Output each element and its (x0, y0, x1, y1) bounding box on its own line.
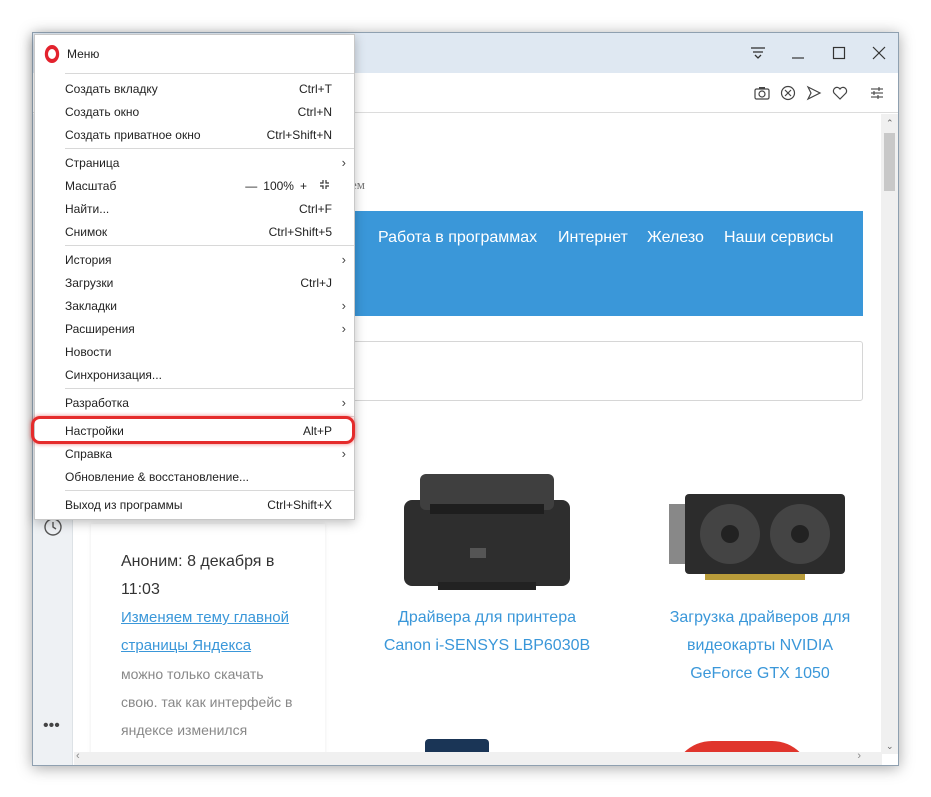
menu-item-exit[interactable]: Выход из программы Ctrl+Shift+X (35, 493, 354, 516)
nav-item-programs[interactable]: Работа в программах (378, 229, 537, 247)
menu-item-downloads[interactable]: Загрузки Ctrl+J (35, 271, 354, 294)
scroll-down-icon[interactable]: ⌄ (886, 741, 894, 752)
settings-sliders-icon[interactable] (867, 83, 887, 103)
menu-item-new-tab[interactable]: Создать вкладку Ctrl+T (35, 77, 354, 100)
printer-image (404, 474, 570, 590)
opera-menu: Меню Создать вкладку Ctrl+T Создать окно… (34, 34, 355, 520)
menu-item-label: Разработка (65, 395, 129, 410)
more-options-icon[interactable]: ••• (43, 717, 60, 735)
menu-item-bookmarks[interactable]: Закладки › (35, 294, 354, 317)
menu-item-shortcut: Ctrl+Shift+N (266, 127, 332, 142)
menu-item-label: Обновление & восстановление... (65, 469, 249, 484)
article-card[interactable]: Загрузка драйверов для видеокарты NVIDIA… (655, 464, 865, 688)
menu-item-page[interactable]: Страница › (35, 151, 354, 174)
horizontal-scrollbar[interactable]: ‹ › (74, 750, 882, 765)
minimize-button[interactable] (779, 39, 817, 67)
menu-item-update-recovery[interactable]: Обновление & восстановление... (35, 465, 354, 488)
nav-item-hardware[interactable]: Железо (647, 229, 704, 247)
comment-author: Аноним: 8 декабря в 11:03 (121, 553, 275, 598)
chevron-right-icon: › (341, 446, 346, 461)
scroll-up-icon[interactable]: ⌃ (886, 118, 894, 129)
scroll-thumb[interactable] (884, 133, 895, 191)
chevron-right-icon: › (341, 155, 346, 170)
menu-item-shortcut: Ctrl+J (300, 275, 332, 290)
chevron-right-icon: › (341, 321, 346, 336)
menu-item-label: Справка (65, 446, 113, 461)
menu-item-developer[interactable]: Разработка › (35, 391, 354, 414)
vertical-scrollbar[interactable]: ⌃ ⌄ (881, 114, 898, 754)
menu-item-label: Новости (65, 344, 112, 359)
nav-item-services[interactable]: Наши сервисы (724, 229, 833, 247)
chevron-right-icon: › (341, 395, 346, 410)
menu-separator (65, 245, 354, 246)
menu-item-zoom[interactable]: Масштаб — 100% + (35, 174, 354, 197)
menu-item-new-window[interactable]: Создать окно Ctrl+N (35, 100, 354, 123)
menu-item-label: Синхронизация... (65, 367, 162, 382)
history-clock-icon[interactable] (43, 517, 63, 542)
menu-item-private-window[interactable]: Создать приватное окно Ctrl+Shift+N (35, 123, 354, 146)
heart-icon[interactable] (830, 83, 850, 103)
opera-logo-icon (44, 45, 60, 63)
article-card[interactable]: Драйвера для принтера Canon i-SENSYS LBP… (382, 464, 592, 660)
menu-item-label: Страница (65, 155, 120, 170)
menu-item-label: Создать окно (65, 104, 140, 119)
menu-item-shortcut: Ctrl+T (299, 81, 332, 96)
menu-item-label: Закладки (65, 298, 117, 313)
menu-separator (65, 73, 354, 74)
article-title[interactable]: Драйвера для принтера Canon i-SENSYS LBP… (382, 604, 592, 660)
menu-separator (65, 388, 354, 389)
adblock-icon[interactable] (778, 83, 798, 103)
menu-item-find[interactable]: Найти... Ctrl+F (35, 197, 354, 220)
menu-item-label: Найти... (65, 201, 110, 216)
menu-item-shortcut: Ctrl+Shift+5 (268, 224, 332, 239)
menu-item-label: История (65, 252, 112, 267)
menu-item-label: Выход из программы (65, 497, 183, 512)
chevron-right-icon: › (341, 252, 346, 267)
zoom-controls: — 100% + (245, 179, 330, 193)
graphics-card-image (669, 494, 845, 580)
nav-item-internet[interactable]: Интернет (558, 229, 628, 247)
easy-setup-icon[interactable] (739, 39, 777, 67)
zoom-in-button[interactable]: + (300, 179, 307, 193)
scroll-left-icon[interactable]: ‹ (76, 750, 80, 762)
settings-highlight-outline (31, 416, 355, 444)
menu-item-label: Снимок (65, 224, 108, 239)
menu-separator (65, 490, 354, 491)
menu-item-history[interactable]: История › (35, 248, 354, 271)
menu-item-shortcut: Ctrl+F (299, 201, 332, 216)
menu-item-snapshot[interactable]: Снимок Ctrl+Shift+5 (35, 220, 354, 243)
menu-item-help[interactable]: Справка › (35, 442, 354, 465)
menu-item-label: Масштаб (65, 178, 117, 193)
zoom-value: 100% (263, 178, 294, 193)
comment-text: можно только скачать свою. так как интер… (121, 666, 293, 738)
comment-card: Аноним: 8 декабря в 11:03 Изменяем тему … (91, 524, 325, 754)
fullscreen-icon[interactable] (319, 179, 330, 193)
camera-icon[interactable] (752, 83, 772, 103)
send-icon[interactable] (804, 83, 824, 103)
menu-item-label: Загрузки (65, 275, 114, 290)
menu-item-label: Создать приватное окно (65, 127, 201, 142)
menu-separator (65, 148, 354, 149)
menu-header[interactable]: Меню (35, 35, 354, 73)
menu-item-sync[interactable]: Синхронизация... (35, 363, 354, 386)
menu-item-shortcut: Ctrl+N (297, 104, 332, 119)
comment-link[interactable]: Изменяем тему главной страницы Яндекса (121, 604, 295, 660)
maximize-button[interactable] (820, 39, 858, 67)
menu-item-label: Расширения (65, 321, 135, 336)
menu-item-news[interactable]: Новости (35, 340, 354, 363)
scroll-right-icon[interactable]: › (857, 750, 861, 762)
article-title[interactable]: Загрузка драйверов для видеокарты NVIDIA… (655, 604, 865, 688)
menu-item-extensions[interactable]: Расширения › (35, 317, 354, 340)
close-button[interactable] (860, 39, 898, 67)
menu-title: Меню (67, 47, 100, 61)
menu-item-label: Создать вкладку (65, 81, 158, 96)
menu-item-shortcut: Ctrl+Shift+X (267, 497, 332, 512)
zoom-out-button[interactable]: — (245, 179, 257, 193)
chevron-right-icon: › (341, 298, 346, 313)
